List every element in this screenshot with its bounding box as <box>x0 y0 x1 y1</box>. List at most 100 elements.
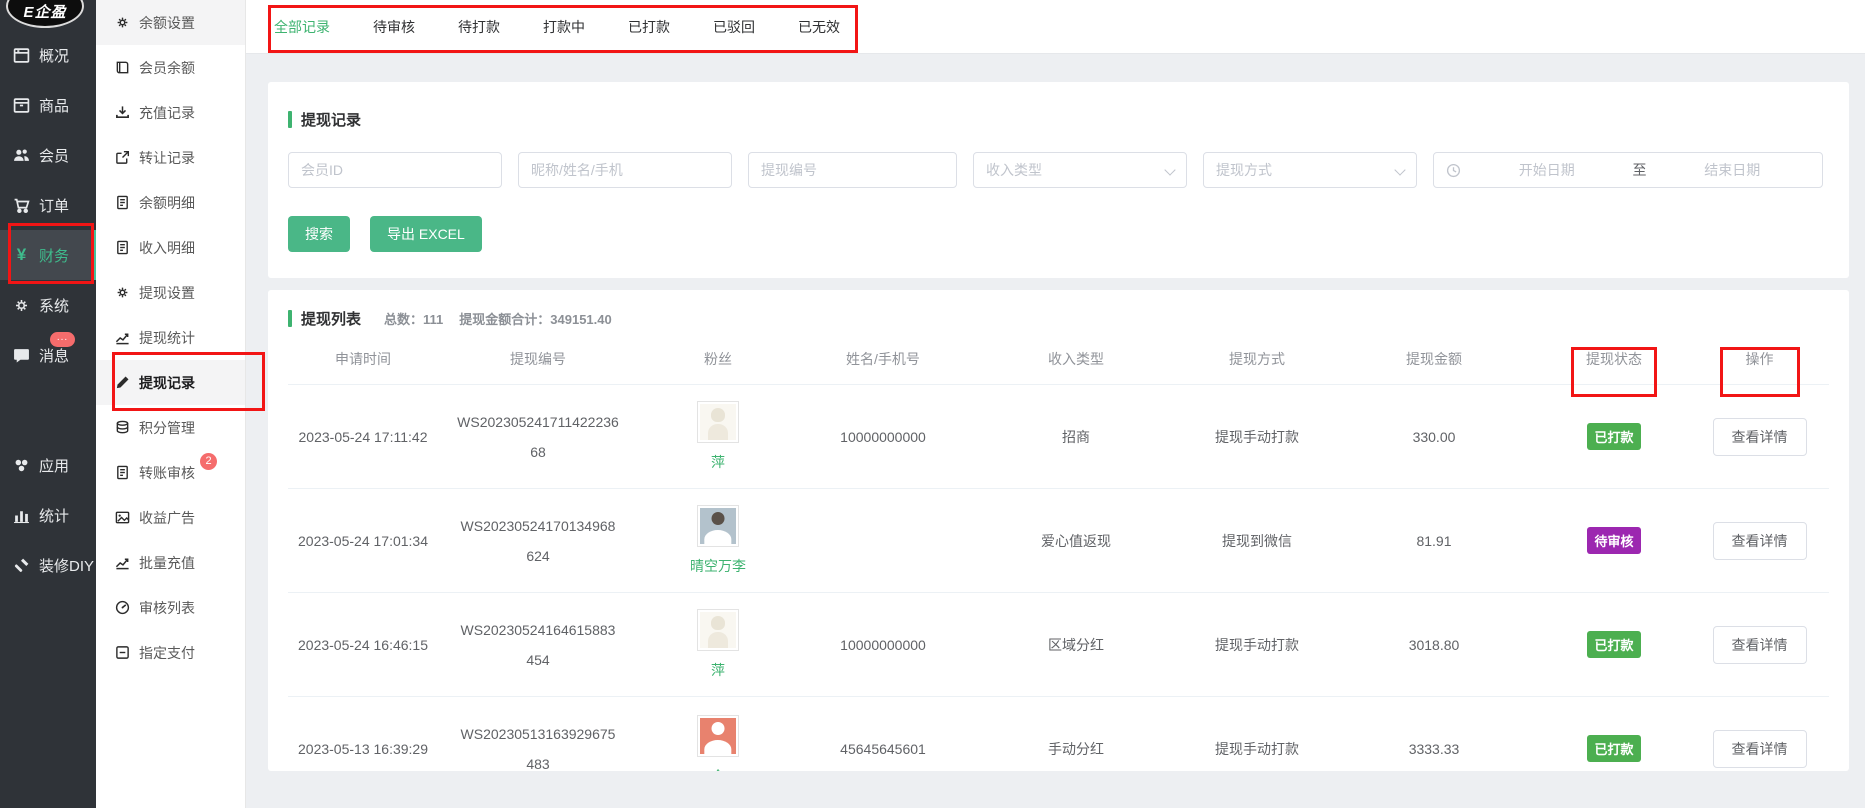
nickname-input[interactable] <box>518 152 732 188</box>
tab-label: 打款中 <box>543 17 585 37</box>
sidebar-item-apps[interactable]: 应用 <box>0 440 96 490</box>
view-details-button[interactable]: 查看详情 <box>1713 522 1807 560</box>
menu-item-income-details[interactable]: 收入明细 <box>96 225 245 270</box>
products-icon <box>13 97 30 114</box>
avatar <box>697 401 739 443</box>
view-details-button[interactable]: 查看详情 <box>1713 626 1807 664</box>
col-name-phone: 姓名/手机号 <box>798 349 968 369</box>
external-link-icon <box>115 150 130 165</box>
menu-item-recharge-records[interactable]: 充值记录 <box>96 90 245 135</box>
menu-item-withdraw-settings[interactable]: 提现设置 <box>96 270 245 315</box>
tab-label: 已打款 <box>628 17 670 37</box>
date-range-picker[interactable]: 开始日期 至 结束日期 <box>1433 152 1823 188</box>
menu-item-batch-recharge[interactable]: 批量充值 <box>96 540 245 585</box>
sidebar-item-label: 统计 <box>39 505 69 526</box>
list-stats: 总数：111 提现金额合计：349151.40 <box>384 309 612 328</box>
menu-item-label: 转让记录 <box>139 148 195 168</box>
list-section-header: 提现列表 总数：111 提现金额合计：349151.40 <box>288 302 1829 334</box>
view-details-button[interactable]: 查看详情 <box>1713 418 1807 456</box>
sidebar-item-products[interactable]: 商品 <box>0 80 96 130</box>
withdraw-amount: 3333.33 <box>1330 741 1538 757</box>
tab-invalid[interactable]: 已无效 <box>798 0 840 53</box>
start-date-placeholder: 开始日期 <box>1469 160 1625 180</box>
fan-cell: 晴空万李 <box>638 505 798 576</box>
menu-item-label: 余额明细 <box>139 193 195 213</box>
menu-item-balance-settings[interactable]: 余额设置 <box>96 0 245 45</box>
fan-name-link[interactable]: 萍 <box>711 660 725 680</box>
tab-pending-review[interactable]: 待审核 <box>373 0 415 53</box>
tab-rejected[interactable]: 已驳回 <box>713 0 755 53</box>
sidebar-item-decorate-diy[interactable]: 装修DIY <box>0 540 96 590</box>
menu-item-label: 指定支付 <box>139 643 195 663</box>
gear-icon <box>115 15 130 30</box>
sidebar-item-orders[interactable]: 订单 <box>0 180 96 230</box>
tab-awaiting-payment[interactable]: 待打款 <box>458 0 500 53</box>
line-chart-icon <box>115 555 130 570</box>
action-cell: 查看详情 <box>1690 522 1829 560</box>
fan-name-link[interactable]: 晴空万李 <box>690 556 746 576</box>
avatar <box>697 609 739 651</box>
action-cell: 查看详情 <box>1690 418 1829 456</box>
withdraw-method: 提现手动打款 <box>1184 635 1330 655</box>
pencil-icon <box>115 375 130 390</box>
income-type: 手动分红 <box>968 739 1184 759</box>
withdraw-method: 提现到微信 <box>1184 531 1330 551</box>
sidebar-item-system[interactable]: 系统 <box>0 280 96 330</box>
withdraw-amount: 81.91 <box>1330 533 1538 549</box>
export-excel-button[interactable]: 导出 EXCEL <box>370 216 482 252</box>
menu-item-withdraw-stats[interactable]: 提现统计 <box>96 315 245 360</box>
sidebar-item-members[interactable]: 会员 <box>0 130 96 180</box>
sidebar-item-finance[interactable]: ¥ 财务 <box>0 230 96 280</box>
menu-item-member-balance[interactable]: 会员余额 <box>96 45 245 90</box>
view-details-button[interactable]: 查看详情 <box>1713 730 1807 768</box>
col-withdraw-status: 提现状态 <box>1538 349 1690 369</box>
app-logo[interactable]: E企盈 <box>6 0 84 28</box>
sidebar-item-messages[interactable]: 消息 ... <box>0 330 96 380</box>
menu-item-label: 转账审核 <box>139 463 195 483</box>
tab-all-records[interactable]: 全部记录 <box>274 0 330 53</box>
menu-item-points-management[interactable]: 积分管理 <box>96 405 245 450</box>
transfer-review-badge: 2 <box>200 453 217 470</box>
menu-item-review-list[interactable]: 审核列表 <box>96 585 245 630</box>
menu-item-label: 批量充值 <box>139 553 195 573</box>
status-badge: 已打款 <box>1587 735 1640 762</box>
orders-icon <box>13 197 30 214</box>
tab-label: 已无效 <box>798 17 840 37</box>
tab-paid[interactable]: 已打款 <box>628 0 670 53</box>
sidebar-item-overview[interactable]: 概况 <box>0 30 96 80</box>
menu-item-withdraw-records[interactable]: 提现记录 <box>96 360 245 405</box>
menu-item-balance-details[interactable]: 余额明细 <box>96 180 245 225</box>
tab-paying[interactable]: 打款中 <box>543 0 585 53</box>
income-type-select[interactable]: 收入类型 <box>973 152 1187 188</box>
menu-item-transfer-records[interactable]: 转让记录 <box>96 135 245 180</box>
sidebar-item-stats[interactable]: 统计 <box>0 490 96 540</box>
messages-badge: ... <box>50 332 75 347</box>
menu-item-revenue-ads[interactable]: 收益广告 <box>96 495 245 540</box>
member-id-input[interactable] <box>288 152 502 188</box>
stats-icon <box>13 507 30 524</box>
action-cell: 查看详情 <box>1690 626 1829 664</box>
withdraw-method-select[interactable]: 提现方式 <box>1203 152 1417 188</box>
sidebar-item-label: 订单 <box>39 195 69 216</box>
menu-item-label: 会员余额 <box>139 58 195 78</box>
withdraw-no-input[interactable] <box>748 152 957 188</box>
menu-item-designated-payment[interactable]: 指定支付 <box>96 630 245 675</box>
filter-section-title: 提现记录 <box>301 109 361 130</box>
menu-item-transfer-review[interactable]: 转账审核 2 <box>96 450 245 495</box>
list-section-title: 提现列表 <box>301 308 361 329</box>
sidebar-item-label: 会员 <box>39 145 69 166</box>
fan-name-link[interactable]: A <box>713 766 722 771</box>
search-button[interactable]: 搜索 <box>288 216 350 252</box>
sidebar-item-label: 商品 <box>39 95 69 116</box>
messages-icon <box>13 347 30 364</box>
withdraw-no: WS20230513163929675483 <box>438 719 638 772</box>
income-type-placeholder: 收入类型 <box>986 160 1042 180</box>
filter-buttons: 搜索 导出 EXCEL <box>288 216 1829 252</box>
fan-name-link[interactable]: 萍 <box>711 452 725 472</box>
menu-item-label: 提现设置 <box>139 283 195 303</box>
menu-item-label: 积分管理 <box>139 418 195 438</box>
withdraw-no: WS20230524164615883454 <box>438 615 638 675</box>
book-icon <box>115 60 130 75</box>
withdraw-no: WS20230524170134968624 <box>438 511 638 571</box>
table-row: 2023-05-24 17:11:42 WS202305241711422236… <box>288 384 1829 488</box>
